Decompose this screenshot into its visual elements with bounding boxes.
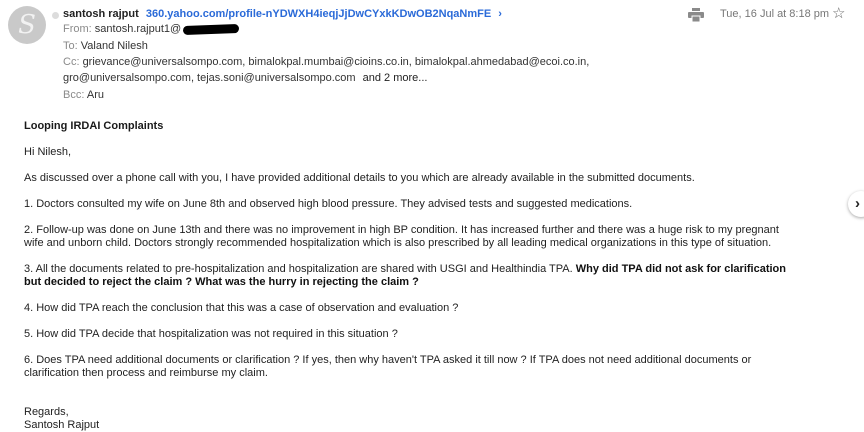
email-point-3: 3. All the documents related to pre-hosp… xyxy=(24,263,824,289)
next-email-button[interactable]: › xyxy=(848,191,864,217)
email-point-5: 5. How did TPA decide that hospitalizati… xyxy=(24,328,398,340)
cc-line-2: gro@universalsompo.com, tejas.soni@unive… xyxy=(63,71,427,86)
star-icon[interactable]: ☆ xyxy=(832,6,845,21)
email-point-2-line-2: wife and unborn child. Doctors strongly … xyxy=(24,237,772,249)
cc-more-link[interactable]: and 2 more... xyxy=(363,72,428,84)
avatar[interactable]: S xyxy=(8,6,46,44)
chevron-right-icon: › xyxy=(855,195,860,212)
to-label: To: xyxy=(63,40,78,52)
email-regards: Regards, xyxy=(24,406,69,418)
email-signature: Santosh Rajput xyxy=(24,419,100,431)
sender-name[interactable]: santosh rajput xyxy=(63,8,139,20)
email-point-2: 2. Follow-up was done on June 13th and t… xyxy=(24,224,824,250)
from-line: From: santosh.rajput1@ xyxy=(63,22,240,37)
bcc-line: Bcc: Aru xyxy=(63,88,104,103)
unread-dot-icon xyxy=(52,12,59,19)
email-intro: As discussed over a phone call with you,… xyxy=(24,172,695,184)
profile-link[interactable]: 360.yahoo.com/profile-nYDWXH4ieqjJjDwCYx… xyxy=(146,8,491,20)
email-point-4: 4. How did TPA reach the conclusion that… xyxy=(24,302,459,314)
email-point-3-text: 3. All the documents related to pre-hosp… xyxy=(24,263,576,275)
to-recipient[interactable]: Valand Nilesh xyxy=(81,40,148,52)
email-point-3-bold-2: but decided to reject the claim ? What w… xyxy=(24,276,419,288)
email-subject: Looping IRDAI Complaints xyxy=(24,120,164,132)
printer-icon[interactable] xyxy=(688,8,704,22)
from-label: From: xyxy=(63,23,92,35)
email-greeting: Hi Nilesh, xyxy=(24,146,72,158)
cc-line: Cc: grievance@universalsompo.com, bimalo… xyxy=(63,55,589,70)
email-point-1: 1. Doctors consulted my wife on June 8th… xyxy=(24,198,633,210)
from-email[interactable]: santosh.rajput1@ xyxy=(95,23,181,35)
cc-recipients[interactable]: grievance@universalsompo.com, bimalokpal… xyxy=(83,56,590,68)
chevron-right-icon[interactable]: › xyxy=(498,8,502,20)
email-date: Tue, 16 Jul at 8:18 pm xyxy=(720,8,830,20)
avatar-letter: S xyxy=(18,10,36,40)
redaction-mark xyxy=(183,23,240,35)
bcc-label: Bcc: xyxy=(63,89,85,101)
cc-recipients-2[interactable]: gro@universalsompo.com, tejas.soni@unive… xyxy=(63,72,356,84)
to-line: To: Valand Nilesh xyxy=(63,39,148,54)
email-point-2-line-1: 2. Follow-up was done on June 13th and t… xyxy=(24,224,779,236)
bcc-recipient[interactable]: Aru xyxy=(87,89,104,101)
email-point-6: 6. Does TPA need additional documents or… xyxy=(24,354,824,380)
cc-label: Cc: xyxy=(63,56,80,68)
sender-line: santosh rajput 360.yahoo.com/profile-nYD… xyxy=(63,7,502,22)
email-point-3-bold: Why did TPA did not ask for clarificatio… xyxy=(575,263,786,275)
email-point-6-line-2: clarification then process and reimburse… xyxy=(24,367,268,379)
email-point-6-line-1: 6. Does TPA need additional documents or… xyxy=(24,354,752,366)
